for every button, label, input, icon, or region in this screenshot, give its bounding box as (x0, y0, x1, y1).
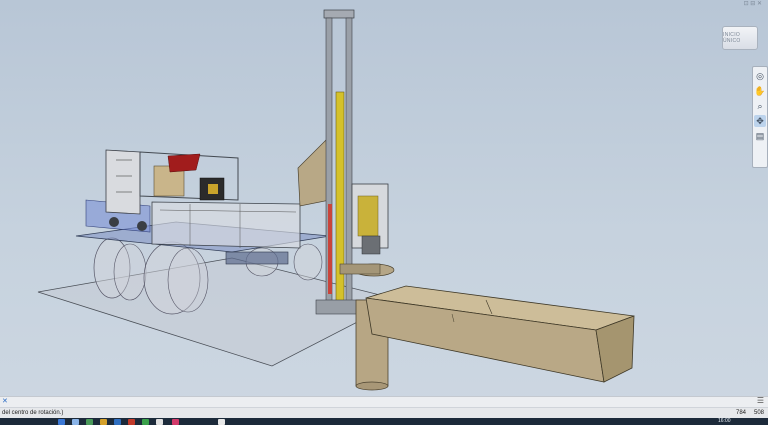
menu-icon[interactable]: ☰ (757, 396, 764, 405)
window-controls[interactable]: ⊡ ⊟ ✕ (744, 0, 762, 7)
navigation-bar: ◎ ✋ ⌕ ✥ ▤ (752, 66, 768, 168)
drill-chuck (361, 235, 381, 255)
chassis-crossbeam (225, 251, 289, 265)
viewcube[interactable]: INICIO ÚNICO (722, 26, 758, 50)
mast-red-hose (328, 204, 332, 294)
app-icon-2[interactable] (128, 419, 135, 425)
caster-right (137, 221, 147, 231)
status-value-b: 508 (754, 410, 765, 416)
look-at-icon[interactable]: ▤ (754, 130, 766, 142)
wheel-rear-left-2 (113, 243, 147, 301)
drill-motor (357, 195, 379, 237)
wheel-front-left-2 (167, 247, 209, 313)
status-prompt: del centro de rotación.) (2, 410, 64, 416)
engine-red-part (167, 153, 201, 173)
caster-left (109, 217, 119, 227)
close-tab-icon[interactable]: ✕ (2, 397, 8, 405)
app-icon-active[interactable] (218, 419, 225, 425)
drill-rig-model[interactable] (0, 0, 768, 396)
steering-wheel-icon[interactable]: ◎ (754, 70, 766, 82)
start-icon[interactable] (58, 419, 65, 425)
mast-crown (323, 9, 355, 19)
deck-box (151, 201, 301, 249)
orbit-icon[interactable]: ✥ (754, 115, 766, 127)
app-icon-5[interactable] (172, 419, 179, 425)
mast-gusset (297, 139, 331, 207)
status-value-a: 784 (736, 410, 747, 416)
folder-icon[interactable] (100, 419, 107, 425)
wheel-right-2 (293, 243, 323, 281)
app-icon[interactable] (86, 419, 93, 425)
pan-hand-icon[interactable]: ✋ (754, 85, 766, 97)
zoom-icon[interactable]: ⌕ (754, 100, 766, 112)
engine-yellow-part (208, 184, 218, 194)
taskbar-clock[interactable]: 16:00 (718, 418, 731, 424)
search-icon[interactable] (72, 419, 79, 425)
browser-icon[interactable] (114, 419, 121, 425)
app-icon-4[interactable] (156, 419, 163, 425)
electrical-cabinet (105, 149, 141, 215)
app-icon-3[interactable] (142, 419, 149, 425)
3d-viewport[interactable]: ⊡ ⊟ ✕ INICIO ÚNICO ◎ ✋ ⌕ ✥ ▤ (0, 0, 768, 396)
